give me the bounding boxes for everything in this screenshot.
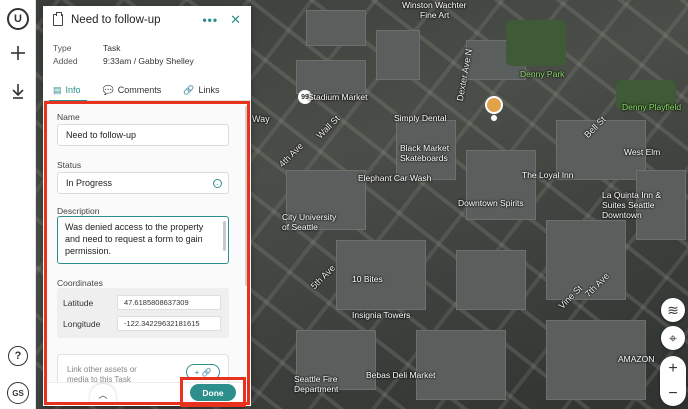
- map-label: Downtown Spirits: [458, 198, 524, 208]
- app-logo[interactable]: U: [7, 8, 29, 30]
- panel-tabs: ▤ Info 💬 Comments 🔗 Links: [43, 79, 251, 102]
- map-label: Fine Art: [420, 10, 450, 20]
- chevron-down-icon: ⌄: [213, 179, 222, 188]
- map-label: AMAZON: [618, 354, 655, 364]
- tab-info[interactable]: ▤ Info: [49, 79, 86, 102]
- meta-key: Added: [53, 56, 78, 66]
- collapse-panel-button[interactable]: ︿: [90, 384, 116, 404]
- map-label: Black Market Skateboards: [400, 143, 450, 163]
- meta-key: Type: [53, 43, 72, 53]
- name-label: Name: [57, 112, 80, 122]
- document-icon: ▤: [53, 84, 62, 95]
- description-textarea[interactable]: Was denied access to the property and ne…: [57, 216, 229, 264]
- map-label: West Elm: [624, 147, 661, 157]
- map-label: Bebas Deli Market: [366, 370, 436, 380]
- chevron-up-icon: ︿: [98, 389, 108, 400]
- map-label: City University of Seattle: [282, 212, 337, 232]
- info-form: Name Need to follow-up Status In Progres…: [43, 102, 251, 382]
- link-icon: 🔗: [183, 84, 195, 95]
- tab-label: Comments: [117, 85, 162, 95]
- link-assets-text: Link other assets or media to this Task: [67, 365, 137, 382]
- locate-icon[interactable]: ⌖: [661, 326, 685, 350]
- meta-value: 9:33am / Gabby Shelley: [103, 56, 194, 66]
- latitude-label: Latitude: [63, 297, 94, 308]
- tab-label: Info: [65, 85, 81, 95]
- status-select[interactable]: In Progress ⌄: [57, 172, 229, 194]
- zoom-in-button[interactable]: +: [660, 356, 686, 381]
- avatar[interactable]: GS: [7, 382, 29, 404]
- description-value: Was denied access to the property and ne…: [65, 222, 204, 256]
- panel-title: Need to follow-up: [71, 14, 161, 26]
- clipboard-icon: [53, 12, 63, 26]
- task-marker-icon[interactable]: [485, 96, 503, 114]
- textarea-scrollbar[interactable]: [223, 221, 226, 251]
- left-rail: U ? GS: [0, 0, 36, 409]
- panel-scrollbar[interactable]: [245, 106, 248, 286]
- longitude-input[interactable]: -122.34229632181615: [117, 316, 221, 331]
- done-button[interactable]: Done: [190, 384, 236, 401]
- task-detail-panel: Need to follow-up ••• ✕ Type Task Added …: [43, 6, 251, 406]
- task-meta: Type Task Added 9:33am / Gabby Shelley: [53, 43, 194, 69]
- latitude-input[interactable]: 47.6185808637309: [117, 295, 221, 310]
- download-icon[interactable]: [9, 82, 27, 100]
- map-label: 5th Ave: [308, 262, 338, 292]
- status-value: In Progress: [66, 178, 113, 188]
- map-label: Seattle Fire Department: [294, 374, 339, 394]
- status-label: Status: [57, 160, 82, 170]
- map-label: Denny Playfield: [622, 102, 682, 112]
- map-label: Denny Park: [520, 69, 565, 79]
- meta-value: Task: [103, 43, 121, 53]
- map-label: Stadium Market: [308, 92, 368, 102]
- latitude-row: Latitude 47.6185808637309: [63, 295, 221, 310]
- help-icon[interactable]: ?: [8, 346, 28, 366]
- map-label: 10 Bites: [352, 274, 383, 284]
- zoom-out-button[interactable]: −: [660, 381, 686, 406]
- map-label: Winston Wachter: [402, 0, 467, 10]
- coordinates-label: Coordinates: [57, 278, 103, 288]
- description-label: Description: [57, 206, 100, 216]
- map-label: Way: [252, 114, 270, 124]
- map-label: Elephant Car Wash: [358, 173, 432, 183]
- layers-icon[interactable]: ≋: [661, 298, 685, 322]
- map-label: The Loyal Inn: [522, 170, 574, 180]
- add-link-button[interactable]: + 🔗: [186, 364, 220, 380]
- tab-links[interactable]: 🔗 Links: [183, 79, 219, 101]
- close-button[interactable]: ✕: [230, 12, 241, 28]
- zoom-control: + −: [660, 356, 686, 406]
- map-label: Insignia Towers: [352, 310, 411, 320]
- tab-comments[interactable]: 💬 Comments: [103, 79, 162, 101]
- comment-icon: 💬: [102, 84, 114, 95]
- longitude-label: Longitude: [63, 318, 101, 329]
- more-options-button[interactable]: •••: [202, 13, 218, 27]
- panel-header: Need to follow-up ••• ✕: [43, 6, 251, 34]
- coordinates-box: Latitude 47.6185808637309 Longitude -122…: [57, 288, 229, 338]
- map-label: La Quinta Inn & Suites Seattle Downtown: [602, 190, 662, 220]
- map-label: 4th Ave: [276, 140, 306, 170]
- plus-icon[interactable]: [9, 44, 27, 62]
- link-assets-box: Link other assets or media to this Task …: [57, 354, 229, 382]
- map-label: Simply Dental: [394, 113, 447, 123]
- longitude-row: Longitude -122.34229632181615: [63, 316, 221, 331]
- tab-label: Links: [198, 85, 220, 95]
- map-label: Wall St: [314, 113, 342, 141]
- location-dot-icon: [490, 114, 498, 122]
- name-input[interactable]: Need to follow-up: [57, 124, 229, 146]
